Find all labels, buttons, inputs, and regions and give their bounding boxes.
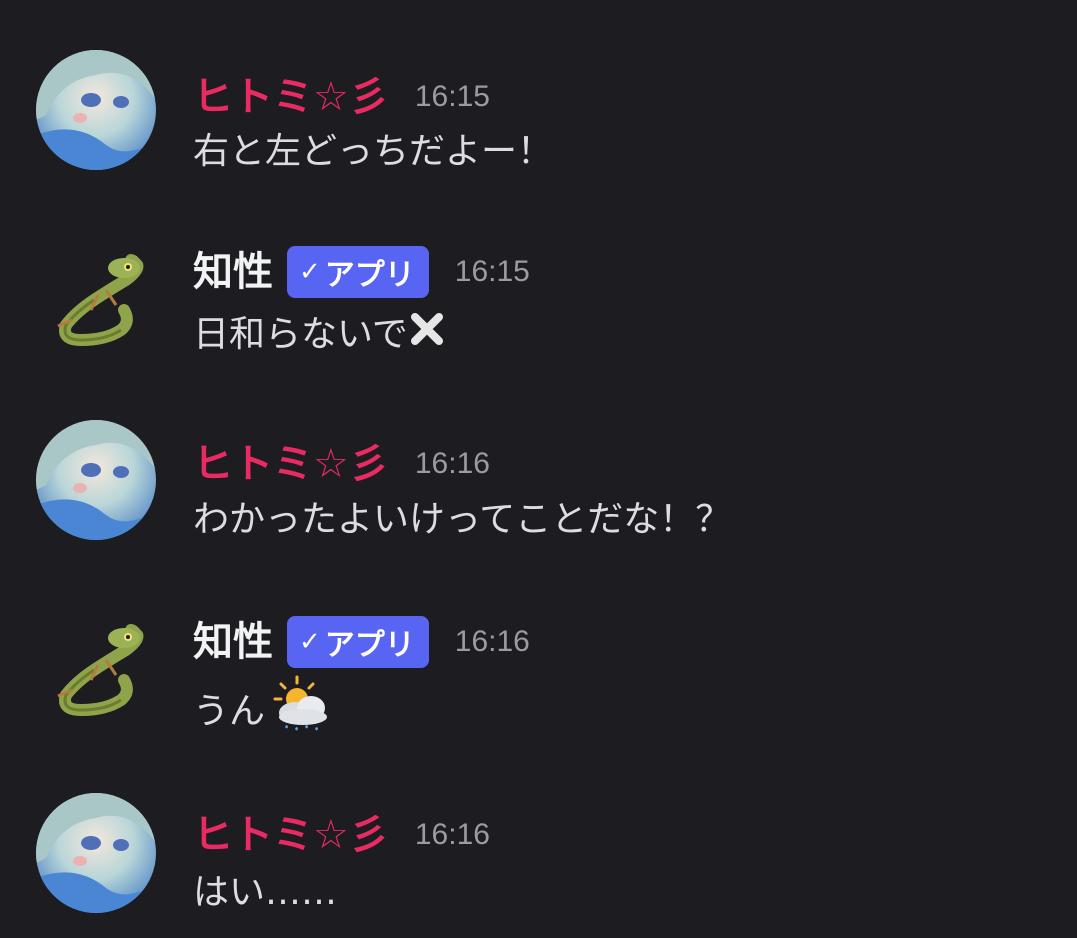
avatar-hitomi[interactable] bbox=[36, 50, 156, 170]
timestamp: 16:15 bbox=[454, 255, 530, 288]
message-item: ヒトミ☆彡 16:16 わかったよいけってことだな！？ bbox=[0, 420, 1077, 570]
timestamp: 16:15 bbox=[414, 80, 490, 113]
username[interactable]: ヒトミ☆彡 bbox=[193, 70, 389, 124]
message-item: ヒトミ☆彡 16:16 はい…… bbox=[0, 793, 1077, 938]
message-text: わかったよいけってことだな！？ bbox=[193, 495, 731, 545]
avatar-hitomi[interactable] bbox=[36, 793, 156, 913]
message-content: 右と左どっちだよー！ bbox=[193, 131, 554, 172]
cross-mark-icon bbox=[410, 310, 444, 360]
message-header: ヒトミ☆彡 16:16 bbox=[193, 808, 490, 862]
username[interactable]: ヒトミ☆彡 bbox=[193, 437, 389, 491]
check-icon: ✓ bbox=[299, 627, 321, 657]
message-text: 日和らないで bbox=[193, 310, 444, 360]
message-header: 知性 ✓ アプリ 16:16 bbox=[193, 615, 530, 669]
message-content: わかったよいけってことだな！？ bbox=[193, 499, 732, 540]
app-badge-label: アプリ bbox=[324, 258, 415, 293]
check-icon: ✓ bbox=[299, 257, 321, 287]
username[interactable]: 知性 bbox=[193, 615, 273, 669]
sun-behind-rain-cloud-icon bbox=[267, 675, 331, 749]
message-content: 日和らないで bbox=[193, 314, 408, 355]
message-content: はい…… bbox=[193, 872, 338, 913]
avatar-lizard[interactable] bbox=[36, 610, 156, 730]
app-badge: ✓ アプリ bbox=[287, 246, 429, 298]
username[interactable]: ヒトミ☆彡 bbox=[193, 808, 389, 862]
message-header: 知性 ✓ アプリ 16:15 bbox=[193, 245, 530, 299]
username[interactable]: 知性 bbox=[193, 245, 273, 299]
timestamp: 16:16 bbox=[454, 625, 530, 658]
message-text: はい…… bbox=[193, 868, 337, 918]
app-badge: ✓ アプリ bbox=[287, 616, 429, 668]
chat-log: ヒトミ☆彡 16:15 右と左どっちだよー！ 知性 ✓ アプリ 16:15 日和… bbox=[0, 0, 1077, 938]
message-item: 知性 ✓ アプリ 16:16 うん bbox=[0, 610, 1077, 760]
avatar-lizard[interactable] bbox=[36, 240, 156, 360]
message-text: うん bbox=[193, 675, 331, 749]
message-header: ヒトミ☆彡 16:16 bbox=[193, 437, 490, 491]
timestamp: 16:16 bbox=[414, 447, 490, 480]
timestamp: 16:16 bbox=[414, 818, 490, 851]
message-header: ヒトミ☆彡 16:15 bbox=[193, 70, 490, 124]
message-content: うん bbox=[193, 691, 266, 732]
message-text: 右と左どっちだよー！ bbox=[193, 127, 553, 177]
avatar-hitomi[interactable] bbox=[36, 420, 156, 540]
app-badge-label: アプリ bbox=[324, 628, 415, 663]
message-item: 知性 ✓ アプリ 16:15 日和らないで bbox=[0, 240, 1077, 390]
message-item: ヒトミ☆彡 16:15 右と左どっちだよー！ bbox=[0, 50, 1077, 200]
